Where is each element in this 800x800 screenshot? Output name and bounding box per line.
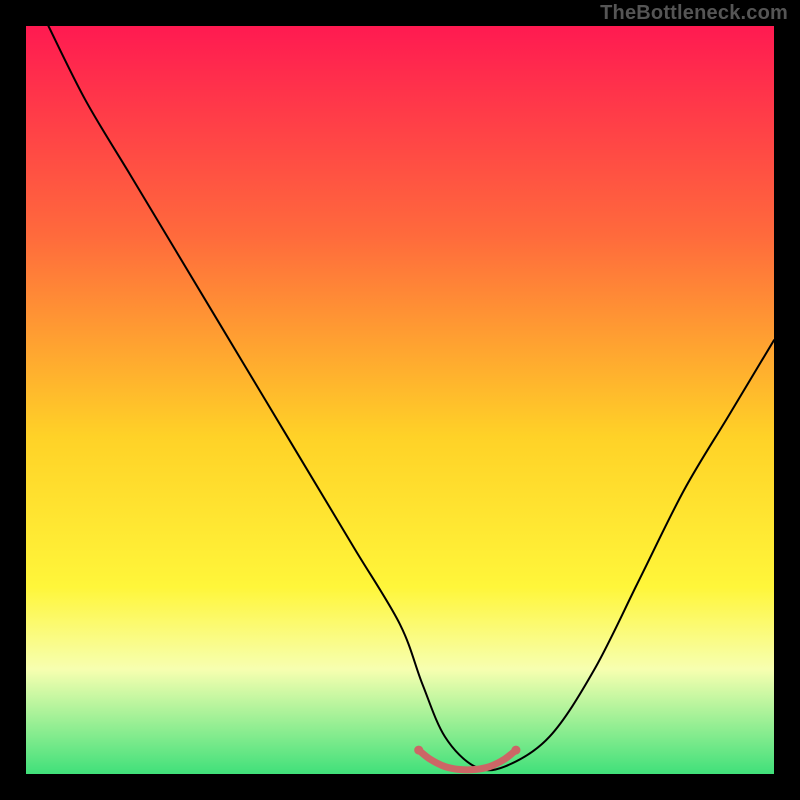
bottom-dot-right: [511, 746, 520, 755]
plot-area: [26, 26, 774, 774]
gradient-background: [26, 26, 774, 774]
bottom-dot-left: [414, 746, 423, 755]
watermark-label: TheBottleneck.com: [600, 2, 788, 25]
chart-frame: TheBottleneck.com: [0, 0, 800, 800]
bottleneck-curve-chart: [26, 26, 774, 774]
